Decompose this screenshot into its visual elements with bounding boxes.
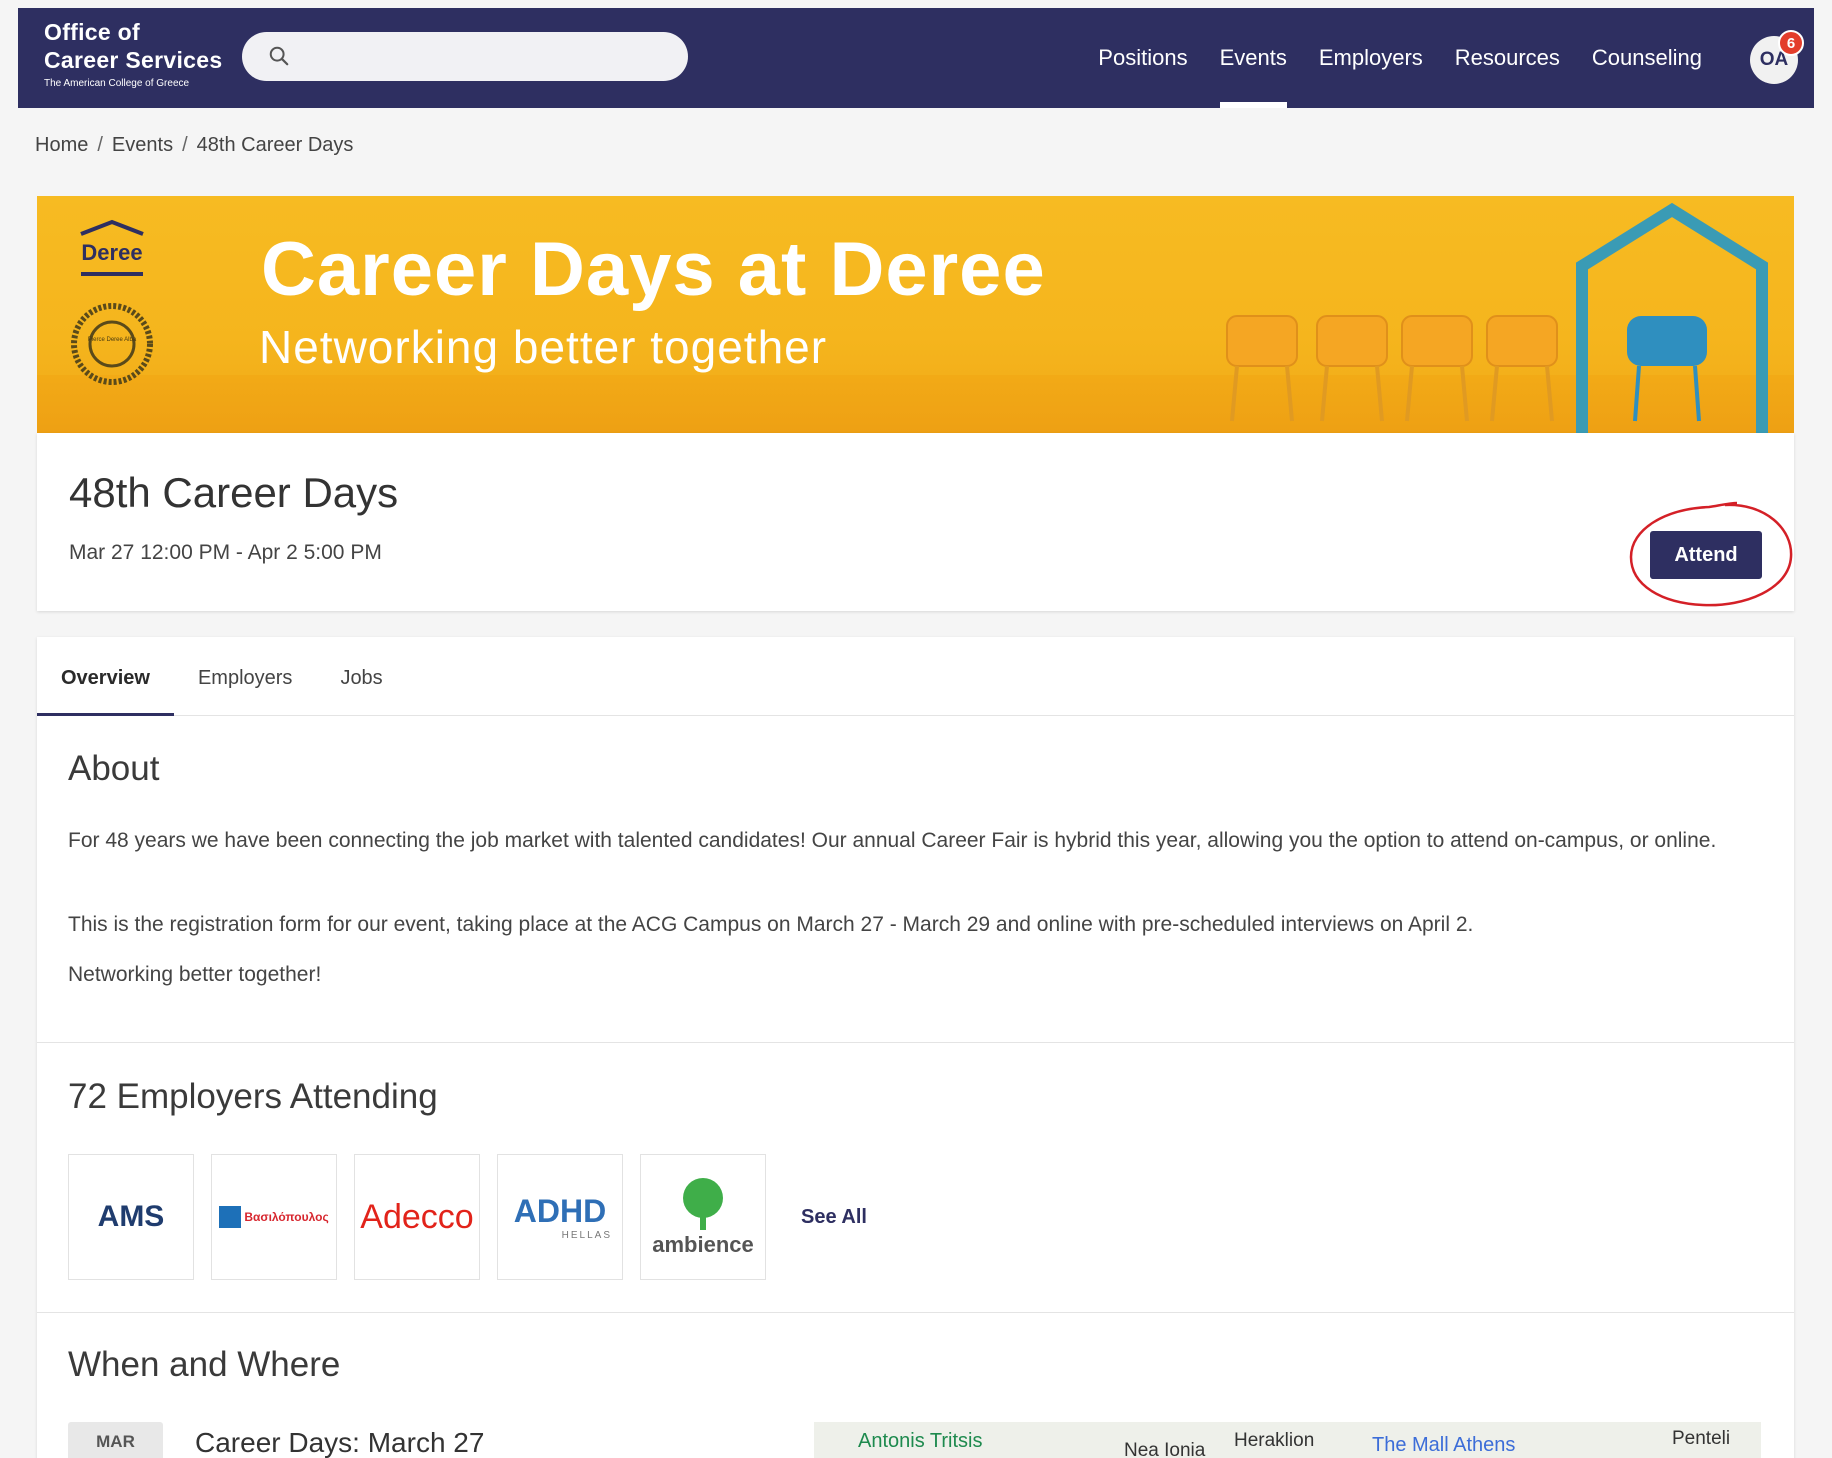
brand-line-2: Career Services bbox=[44, 47, 223, 73]
nav-resources[interactable]: Resources bbox=[1439, 8, 1576, 108]
banner-subtitle: Networking better together bbox=[259, 321, 828, 373]
tab-employers[interactable]: Employers bbox=[174, 637, 316, 715]
date-box: MAR bbox=[68, 1422, 163, 1458]
employer-logo-vasilopoulos[interactable]: Βασιλόπουλος bbox=[211, 1154, 337, 1280]
employer-logo-adecco[interactable]: Adecco bbox=[354, 1154, 480, 1280]
adhd-logo-text: ADHD bbox=[513, 1193, 607, 1229]
seal-text: Pierce Deree Alba bbox=[88, 337, 137, 343]
vasilopoulos-logo-text: Βασιλόπουλος bbox=[244, 1210, 329, 1224]
search-input[interactable] bbox=[242, 32, 688, 81]
breadcrumb-separator: / bbox=[97, 134, 103, 156]
map-label: Heraklion bbox=[1234, 1430, 1315, 1451]
tree-icon bbox=[683, 1178, 723, 1230]
sub-event-title[interactable]: Career Days: March 27 bbox=[195, 1427, 484, 1458]
deree-logo-icon: Deree Pierce Deree Alba bbox=[71, 219, 153, 385]
ams-logo-text: AMS bbox=[97, 1200, 165, 1233]
employer-logos: AMS Βασιλόπουλος Adecco ADHD HELLAS ambi… bbox=[68, 1154, 867, 1280]
event-banner: Deree Pierce Deree Alba Career Days at D… bbox=[37, 196, 1794, 433]
breadcrumb-home[interactable]: Home bbox=[35, 134, 88, 157]
highlight-circle-icon bbox=[1629, 501, 1793, 607]
employer-logo-ams[interactable]: AMS bbox=[68, 1154, 194, 1280]
section-divider bbox=[37, 1042, 1794, 1043]
brand-line-3: The American College of Greece bbox=[44, 78, 190, 89]
map-label: Nea Ionia bbox=[1124, 1440, 1206, 1458]
nav-links: Positions Events Employers Resources Cou… bbox=[1082, 8, 1718, 108]
date-box-month: MAR bbox=[96, 1432, 135, 1451]
banner-title: Career Days at Deree bbox=[261, 227, 1046, 312]
vasilopoulos-logo: Βασιλόπουλος bbox=[219, 1206, 329, 1228]
event-dates: Mar 27 12:00 PM - Apr 2 5:00 PM bbox=[69, 541, 382, 564]
nav-employers[interactable]: Employers bbox=[1303, 8, 1439, 108]
nav-positions[interactable]: Positions bbox=[1082, 8, 1203, 108]
about-heading: About bbox=[68, 749, 160, 788]
adecco-logo-text: Adecco bbox=[360, 1197, 474, 1236]
notification-badge: 6 bbox=[1778, 30, 1804, 56]
adhd-logo-subtext: HELLAS bbox=[561, 1230, 612, 1241]
when-where-heading: When and Where bbox=[68, 1345, 341, 1384]
chairs-illustration-icon bbox=[1226, 202, 1768, 433]
event-tabs: Overview Employers Jobs bbox=[37, 637, 1794, 716]
about-paragraph-1: For 48 years we have been connecting the… bbox=[68, 829, 1717, 852]
event-title: 48th Career Days bbox=[69, 469, 399, 516]
nav-events[interactable]: Events bbox=[1204, 8, 1303, 108]
ab-icon bbox=[219, 1206, 242, 1228]
ambience-logo-text: ambience bbox=[652, 1232, 754, 1257]
breadcrumb-current: 48th Career Days bbox=[196, 134, 354, 156]
nav-counseling[interactable]: Counseling bbox=[1576, 8, 1718, 108]
section-divider bbox=[37, 1312, 1794, 1313]
location-map[interactable]: Antonis Tritsis Nea Ionia Heraklion The … bbox=[814, 1422, 1761, 1458]
top-navbar: Office of Career Services The American C… bbox=[18, 8, 1814, 108]
deree-logo-text: Deree bbox=[81, 240, 142, 265]
brand-line-1: Office of bbox=[44, 19, 140, 45]
search-icon bbox=[269, 46, 289, 66]
about-paragraph-2: This is the registration form for our ev… bbox=[68, 913, 1474, 936]
breadcrumb-separator: / bbox=[182, 134, 188, 156]
breadcrumb: Home / Events / 48th Career Days bbox=[35, 134, 353, 157]
employers-heading: 72 Employers Attending bbox=[68, 1077, 438, 1116]
event-header-card: 48th Career Days Mar 27 12:00 PM - Apr 2… bbox=[37, 433, 1794, 611]
employer-logo-adhd[interactable]: ADHD HELLAS bbox=[497, 1154, 623, 1280]
user-avatar[interactable]: OA 6 bbox=[1750, 30, 1804, 84]
map-label: Penteli bbox=[1672, 1428, 1731, 1449]
tab-overview[interactable]: Overview bbox=[37, 637, 174, 716]
about-paragraph-3: Networking better together! bbox=[68, 963, 322, 986]
tab-jobs[interactable]: Jobs bbox=[316, 637, 406, 715]
breadcrumb-events[interactable]: Events bbox=[112, 134, 173, 157]
map-label: The Mall Athens bbox=[1372, 1434, 1516, 1456]
see-all-employers-link[interactable]: See All bbox=[801, 1206, 867, 1229]
brand-logo[interactable]: Office of Career Services The American C… bbox=[44, 18, 222, 92]
employer-logo-ambience[interactable]: ambience bbox=[640, 1154, 766, 1280]
map-label: Antonis Tritsis bbox=[858, 1430, 983, 1452]
event-content-card: Overview Employers Jobs About For 48 yea… bbox=[37, 637, 1794, 1458]
